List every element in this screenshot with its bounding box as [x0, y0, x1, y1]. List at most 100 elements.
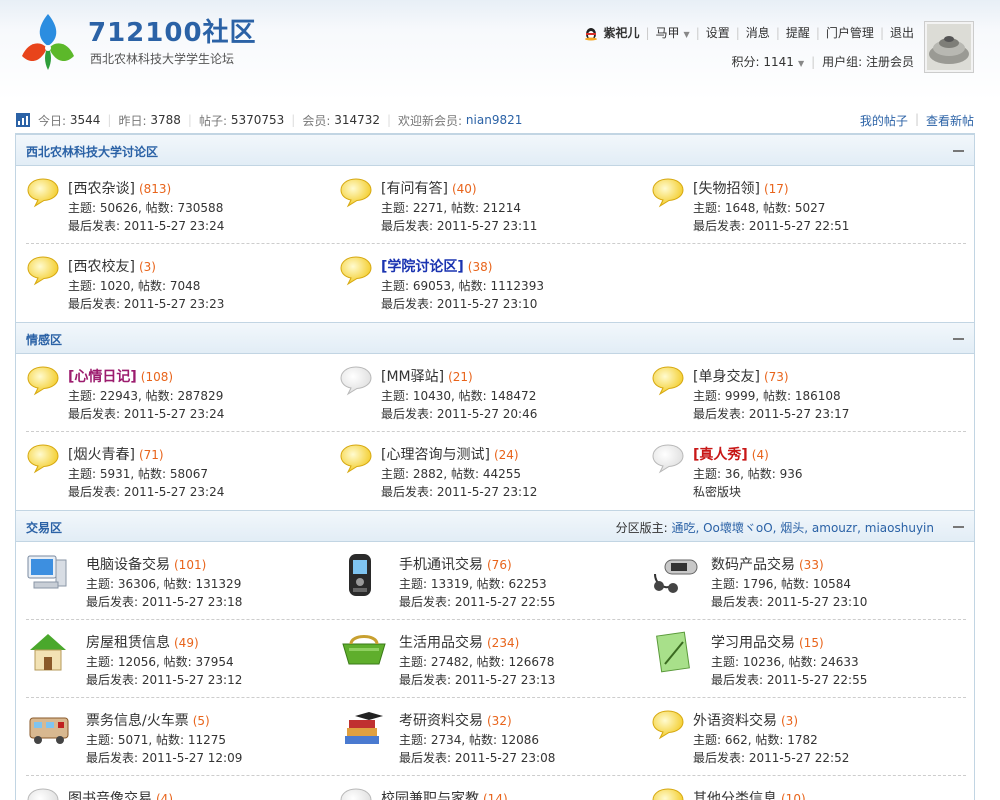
forum-name[interactable]: 数码产品交易 [711, 557, 795, 573]
site-title[interactable]: 712100社区 [88, 12, 257, 49]
train-icon [26, 708, 69, 744]
mp3-player-icon [651, 552, 698, 593]
today-post-count: (71) [138, 448, 164, 462]
forum-last-post[interactable]: 最后发表: 2011-5-27 23:12 [381, 483, 537, 500]
forum-name[interactable]: 手机通讯交易 [399, 557, 483, 573]
today-post-count: (40) [451, 182, 477, 196]
forum-name[interactable]: [MM驿站] [381, 369, 444, 385]
forum-name[interactable]: 生活用品交易 [399, 635, 483, 651]
forum-name-row: [西农杂谈] (813) [68, 178, 171, 198]
my-posts-link[interactable]: 我的帖子 [860, 112, 908, 129]
forum-last-post[interactable]: 最后发表: 2011-5-27 23:12 [86, 671, 242, 688]
collapse-icon[interactable] [953, 526, 964, 528]
forum-name[interactable]: [真人秀] [693, 447, 748, 463]
collapse-icon[interactable] [953, 150, 964, 152]
forum-name[interactable]: 房屋租赁信息 [86, 635, 170, 651]
forum-name-row: 其他分类信息 (10) [693, 788, 806, 800]
section-title[interactable]: 情感区 [26, 331, 62, 348]
books-icon [339, 708, 383, 744]
collapse-icon[interactable] [953, 338, 964, 340]
forum-last-post[interactable]: 最后发表: 2011-5-27 23:10 [711, 593, 867, 610]
forum-stats-bar: 今日: 3544 | 昨日: 3788 | 帖子: 5370753 | 会员: … [16, 110, 974, 130]
forum-name[interactable]: [学院讨论区] [381, 259, 464, 275]
user-group-link[interactable]: 用户组: 注册会员 [822, 53, 914, 70]
basket-icon [339, 630, 386, 665]
newest-member-link[interactable]: nian9821 [466, 113, 522, 127]
forum-name[interactable]: [烟火青春] [68, 447, 135, 463]
logout-link[interactable]: 退出 [890, 24, 914, 41]
stat-yesterday-label: 昨日: [118, 113, 147, 128]
forum-name[interactable]: 票务信息/火车票 [86, 713, 189, 729]
forum-stats: 主题: 662, 帖数: 1782 [693, 733, 818, 747]
section-header: 情感区 [16, 322, 974, 354]
username[interactable]: 紫祀儿 [603, 24, 639, 41]
avatar[interactable] [924, 21, 974, 73]
forum-name[interactable]: [西农校友] [68, 259, 135, 275]
forum-name[interactable]: 学习用品交易 [711, 635, 795, 651]
forum-name-row: 生活用品交易 (234) [399, 632, 519, 652]
portal-admin-link[interactable]: 门户管理 [826, 24, 874, 41]
section-title[interactable]: 西北农林科技大学讨论区 [26, 143, 158, 160]
forum-last-post[interactable]: 最后发表: 2011-5-27 23:08 [399, 749, 555, 766]
chevron-down-icon: ▼ [797, 59, 805, 68]
forum-last-post[interactable]: 最后发表: 2011-5-27 23:13 [399, 671, 555, 688]
points-label: 积分: 1141 [731, 55, 794, 69]
forum-last-post[interactable]: 最后发表: 2011-5-27 20:46 [381, 405, 537, 422]
row-divider [26, 775, 966, 776]
majia-menu[interactable]: 马甲 ▼ [656, 24, 690, 41]
forum-name[interactable]: 图书音像交易 [68, 791, 152, 800]
stat-posts-value: 5370753 [230, 113, 285, 127]
settings-link[interactable]: 设置 [706, 24, 730, 41]
forum-last-post[interactable]: 最后发表: 2011-5-27 23:11 [381, 217, 537, 234]
forum-last-post[interactable]: 最后发表: 2011-5-27 12:09 [86, 749, 242, 766]
forum-name[interactable]: [西农杂谈] [68, 181, 135, 197]
today-post-count: (3) [781, 714, 798, 728]
forum-stats: 主题: 22943, 帖数: 287829 [68, 389, 224, 403]
today-post-count: (49) [174, 636, 199, 650]
forum-name[interactable]: [失物招领] [693, 181, 760, 197]
row-divider [26, 619, 966, 620]
forum-name[interactable]: [单身交友] [693, 369, 760, 385]
forum-name-row: 手机通讯交易 (76) [399, 554, 512, 574]
moderator-links[interactable]: 通吃, Oo壞壞ヾoO, 烟头, amouzr, miaoshuyin [671, 521, 934, 535]
forum-last-post[interactable]: 最后发表: 2011-5-27 23:24 [68, 217, 224, 234]
forum-last-post[interactable]: 最后发表: 2011-5-27 23:24 [68, 405, 224, 422]
forum-last-post[interactable]: 最后发表: 2011-5-27 23:17 [693, 405, 849, 422]
forum-last-post[interactable]: 最后发表: 2011-5-27 23:24 [68, 483, 224, 500]
forum-name[interactable]: [有问有答] [381, 181, 448, 197]
forum-name[interactable]: [心理咨询与测试] [381, 447, 490, 463]
forum-name[interactable]: 外语资料交易 [693, 713, 777, 729]
forum-last-post[interactable]: 最后发表: 2011-5-27 23:10 [381, 295, 537, 312]
forum-name[interactable]: [心情日记] [68, 369, 137, 385]
avatar-image [927, 24, 971, 70]
forum-name[interactable]: 其他分类信息 [693, 791, 777, 800]
forum-name-row: 考研资料交易 (32) [399, 710, 512, 730]
messages-link[interactable]: 消息 [746, 24, 770, 41]
forum-name-row: [单身交友] (73) [693, 366, 789, 386]
section-title[interactable]: 交易区 [26, 519, 62, 536]
forum-last-post[interactable]: 最后发表: 2011-5-27 22:51 [693, 217, 849, 234]
forum-last-post[interactable]: 最后发表: 2011-5-27 22:52 [693, 749, 849, 766]
today-post-count: (3) [138, 260, 156, 274]
forum-name-row: [有问有答] (40) [381, 178, 477, 198]
forum-last-post[interactable]: 最后发表: 2011-5-27 22:55 [711, 671, 867, 688]
forum-last-post[interactable]: 最后发表: 2011-5-27 23:23 [68, 295, 224, 312]
today-post-count: (33) [799, 558, 824, 572]
forum-name[interactable]: 校园兼职与家教 [381, 791, 479, 800]
forum-name-row: [MM驿站] (21) [381, 366, 473, 386]
row-divider [26, 697, 966, 698]
forum-last-post[interactable]: 最后发表: 2011-5-27 22:55 [399, 593, 555, 610]
bubble-yellow-icon [26, 254, 60, 286]
site-logo[interactable] [14, 8, 82, 74]
forum-name[interactable]: 考研资料交易 [399, 713, 483, 729]
new-posts-link[interactable]: 查看新帖 [926, 112, 974, 129]
points-menu[interactable]: 积分: 1141 ▼ [732, 53, 805, 70]
forum-last-post[interactable]: 最后发表: 2011-5-27 23:18 [86, 593, 242, 610]
section-moderators: 分区版主: 通吃, Oo壞壞ヾoO, 烟头, amouzr, miaoshuyi… [616, 519, 934, 536]
notifications-link[interactable]: 提醒 [786, 24, 810, 41]
bubble-yellow-icon [339, 254, 373, 286]
forum-name[interactable]: 电脑设备交易 [86, 557, 170, 573]
bubble-gray-icon [26, 786, 60, 800]
bubble-yellow-icon [651, 364, 685, 396]
user-profile-link[interactable]: 紫祀儿 [583, 24, 639, 41]
